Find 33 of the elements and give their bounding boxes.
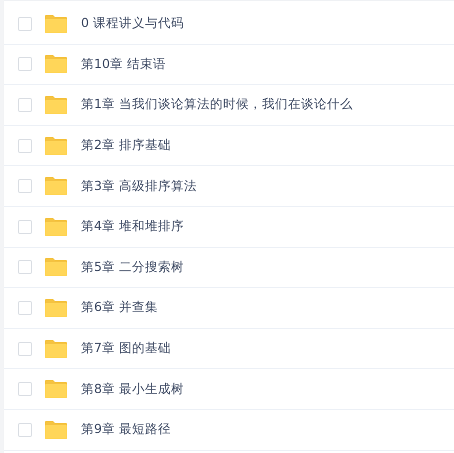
folder-name[interactable]: 第5章 二分搜索树	[81, 258, 184, 276]
checkbox[interactable]	[18, 300, 32, 315]
folder-icon	[44, 176, 68, 196]
folder-name[interactable]: 第9章 最短路径	[81, 421, 171, 438]
folder-icon	[44, 14, 68, 34]
folder-name[interactable]: 第2章 排序基础	[81, 137, 171, 154]
checkbox[interactable]	[18, 16, 32, 31]
checkbox[interactable]	[18, 179, 32, 194]
folder-icon	[44, 257, 68, 278]
folder-name[interactable]: 第10章 结束语	[81, 56, 166, 73]
checkbox[interactable]	[18, 98, 32, 112]
folder-name[interactable]: 第7章 图的基础	[81, 340, 171, 358]
checkbox[interactable]	[18, 57, 32, 72]
checkbox[interactable]	[18, 422, 32, 437]
folder-icon	[44, 94, 68, 115]
folder-name[interactable]: 第8章 最小生成树	[81, 380, 184, 398]
folder-name[interactable]: 第3章 高级排序算法	[81, 178, 197, 195]
folder-icon	[44, 379, 68, 400]
checkbox[interactable]	[18, 220, 32, 234]
folder-name[interactable]: 第6章 并查集	[81, 299, 158, 316]
folder-name[interactable]: 第1章 当我们谈论算法的时候，我们在谈论什么	[81, 96, 353, 114]
folder-icon	[44, 216, 68, 237]
folder-name[interactable]: 0 课程讲义与代码	[81, 15, 184, 32]
checkbox[interactable]	[18, 382, 32, 396]
folder-icon	[44, 136, 68, 156]
folder-name[interactable]: 第4章 堆和堆排序	[81, 218, 184, 236]
checkbox[interactable]	[18, 260, 32, 274]
checkbox[interactable]	[18, 342, 32, 356]
checkbox[interactable]	[18, 138, 32, 153]
folder-icon	[44, 420, 68, 440]
folder-icon	[44, 338, 68, 359]
folder-icon	[44, 54, 68, 74]
folder-icon	[44, 298, 68, 318]
